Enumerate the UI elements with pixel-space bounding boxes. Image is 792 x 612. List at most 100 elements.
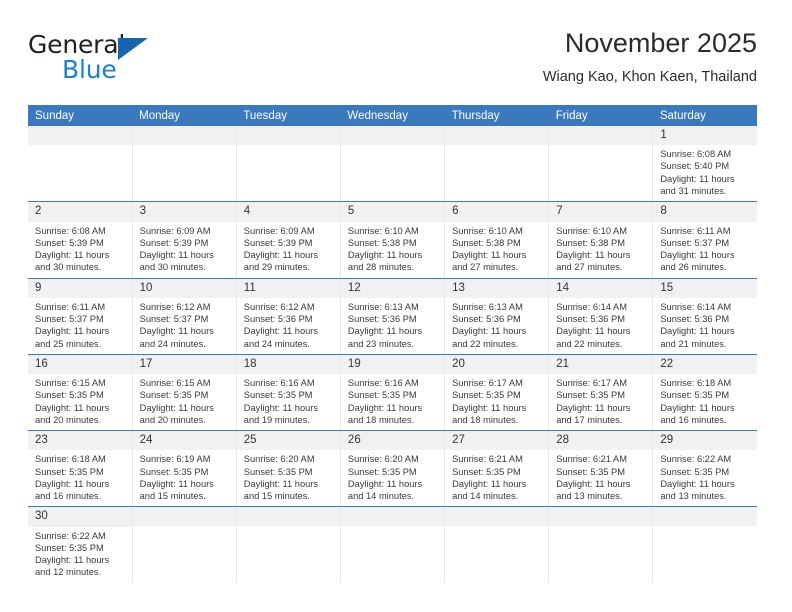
calendar-day-cell[interactable]: 24 Sunrise: 6:19 AM Sunset: 5:35 PM Dayligh…	[131, 430, 237, 508]
calendar-day-cell[interactable]: 30 Sunrise: 6:22 AM Sunset: 5:35 PM Dayligh…	[28, 506, 133, 583]
logo-text-general: General	[28, 30, 126, 59]
daylight-text-line2: and 23 minutes.	[347, 338, 415, 349]
day-number: 13	[445, 278, 549, 298]
calendar-day-cell[interactable]: 26 Sunrise: 6:20 AM Sunset: 5:35 PM Dayligh…	[339, 430, 446, 508]
daylight-text-line2: and 20 minutes.	[139, 414, 206, 425]
calendar-cell-empty	[548, 506, 654, 583]
calendar-day-cell[interactable]: 6 Sunrise: 6:10 AM Sunset: 5:38 PM Daylight…	[444, 201, 550, 279]
calendar-day-cell[interactable]: 7 Sunrise: 6:10 AM Sunset: 5:38 PM Daylight…	[548, 201, 654, 279]
day-details: Sunrise: 6:12 AM Sunset: 5:37 PM Daylight:…	[133, 298, 236, 354]
weekday-header-sunday: Sunday	[28, 105, 133, 126]
calendar-day-cell[interactable]: 10 Sunrise: 6:12 AM Sunset: 5:37 PM Dayligh…	[131, 278, 237, 355]
day-number: 21	[549, 354, 653, 375]
sunrise-text: Sunrise: 6:16 AM	[347, 378, 419, 389]
calendar-day-cell[interactable]: 21 Sunrise: 6:17 AM Sunset: 5:35 PM Dayligh…	[548, 354, 654, 432]
calendar-day-cell[interactable]: 27 Sunrise: 6:21 AM Sunset: 5:35 PM Dayligh…	[444, 430, 550, 508]
calendar-day-cell[interactable]: 12 Sunrise: 6:13 AM Sunset: 5:36 PM Dayligh…	[339, 278, 446, 355]
daylight-text-line1: Daylight: 11 hours	[347, 250, 423, 261]
weekday-header-tuesday: Tuesday	[236, 105, 341, 126]
sunset-text: Sunset: 5:35 PM	[243, 466, 313, 477]
calendar-day-cell[interactable]: 3 Sunrise: 6:09 AM Sunset: 5:39 PM Daylight…	[131, 201, 237, 279]
day-details: Sunrise: 6:08 AM Sunset: 5:40 PM Daylight:…	[653, 145, 757, 201]
calendar-day-cell[interactable]: 28 Sunrise: 6:21 AM Sunset: 5:35 PM Dayligh…	[548, 430, 654, 508]
sunrise-text: Sunrise: 6:12 AM	[243, 301, 315, 312]
sunrise-text: Sunrise: 6:10 AM	[347, 225, 419, 236]
day-number	[236, 126, 340, 145]
general-blue-logo[interactable]: General Blue	[28, 32, 248, 94]
daylight-text-line2: and 17 minutes.	[556, 414, 623, 425]
daylight-text-line2: and 27 minutes.	[452, 262, 519, 273]
logo-triangle-icon	[118, 38, 148, 60]
calendar-day-cell[interactable]: 2 Sunrise: 6:08 AM Sunset: 5:39 PM Daylight…	[28, 201, 133, 279]
day-number: 5	[340, 202, 445, 222]
day-details: Sunrise: 6:20 AM Sunset: 5:35 PM Daylight:…	[341, 450, 444, 506]
calendar-day-cell[interactable]: 22 Sunrise: 6:18 AM Sunset: 5:35 PM Dayligh…	[652, 354, 757, 432]
day-details: Sunrise: 6:08 AM Sunset: 5:39 PM Daylight:…	[28, 222, 132, 278]
daylight-text-line2: and 27 minutes.	[556, 262, 623, 273]
sunrise-text: Sunrise: 6:12 AM	[139, 301, 211, 312]
calendar-day-cell[interactable]: 17 Sunrise: 6:15 AM Sunset: 5:35 PM Dayligh…	[131, 354, 237, 432]
daylight-text-line1: Daylight: 11 hours	[660, 326, 735, 337]
daylight-text-line2: and 20 minutes.	[35, 414, 102, 425]
day-number	[653, 507, 757, 527]
day-number: 25	[236, 431, 340, 451]
day-number: 24	[132, 431, 236, 451]
daylight-text-line2: and 13 minutes.	[556, 491, 623, 502]
daylight-text-line2: and 14 minutes.	[452, 491, 519, 502]
calendar-day-cell[interactable]: 13 Sunrise: 6:13 AM Sunset: 5:36 PM Dayligh…	[444, 278, 550, 355]
day-number	[445, 507, 549, 527]
day-number	[549, 126, 653, 145]
day-number: 11	[236, 278, 340, 298]
calendar-cell-empty	[131, 126, 237, 203]
calendar-day-cell[interactable]: 5 Sunrise: 6:10 AM Sunset: 5:38 PM Daylight…	[339, 201, 446, 279]
day-details: Sunrise: 6:17 AM Sunset: 5:35 PM Daylight:…	[549, 374, 652, 430]
calendar-day-cell[interactable]: 11 Sunrise: 6:12 AM Sunset: 5:36 PM Dayligh…	[235, 278, 341, 355]
calendar-day-cell[interactable]: 15 Sunrise: 6:14 AM Sunset: 5:36 PM Dayligh…	[652, 278, 757, 355]
daylight-text-line1: Daylight: 11 hours	[243, 478, 319, 489]
calendar-day-cell[interactable]: 20 Sunrise: 6:17 AM Sunset: 5:35 PM Dayligh…	[444, 354, 550, 432]
sunrise-text: Sunrise: 6:15 AM	[139, 378, 211, 389]
day-details: Sunrise: 6:09 AM Sunset: 5:39 PM Daylight:…	[133, 222, 236, 278]
sunrise-text: Sunrise: 6:18 AM	[660, 378, 732, 389]
daylight-text-line1: Daylight: 11 hours	[139, 478, 214, 489]
daylight-text-line2: and 25 minutes.	[35, 338, 102, 349]
daylight-text-line1: Daylight: 11 hours	[139, 250, 214, 261]
sunrise-text: Sunrise: 6:14 AM	[660, 301, 732, 312]
calendar-day-cell[interactable]: 25 Sunrise: 6:20 AM Sunset: 5:35 PM Dayligh…	[235, 430, 341, 508]
calendar-day-cell[interactable]: 18 Sunrise: 6:16 AM Sunset: 5:35 PM Dayligh…	[235, 354, 341, 432]
day-number: 6	[445, 202, 549, 222]
sunset-text: Sunset: 5:37 PM	[660, 237, 730, 248]
calendar-day-cell[interactable]: 16 Sunrise: 6:15 AM Sunset: 5:35 PM Dayligh…	[28, 354, 133, 432]
calendar-cell-empty	[28, 126, 133, 203]
sunrise-text: Sunrise: 6:21 AM	[556, 454, 628, 465]
day-number: 9	[28, 278, 132, 298]
daylight-text-line2: and 24 minutes.	[139, 338, 206, 349]
day-details: Sunrise: 6:17 AM Sunset: 5:35 PM Daylight:…	[445, 374, 548, 430]
day-number: 27	[445, 431, 549, 451]
calendar-day-cell[interactable]: 1 Sunrise: 6:08 AM Sunset: 5:40 PM Daylight…	[652, 126, 757, 203]
daylight-text-line1: Daylight: 11 hours	[35, 326, 110, 337]
calendar-day-cell[interactable]: 8 Sunrise: 6:11 AM Sunset: 5:37 PM Daylight…	[652, 201, 757, 279]
day-number: 30	[28, 507, 132, 527]
daylight-text-line1: Daylight: 11 hours	[660, 402, 735, 413]
calendar-day-cell[interactable]: 9 Sunrise: 6:11 AM Sunset: 5:37 PM Daylight…	[28, 278, 133, 355]
sunset-text: Sunset: 5:35 PM	[556, 466, 625, 477]
calendar-day-cell[interactable]: 29 Sunrise: 6:22 AM Sunset: 5:35 PM Dayligh…	[652, 430, 757, 508]
calendar-week-row: 23 Sunrise: 6:18 AM Sunset: 5:35 PM Dayligh…	[28, 430, 757, 508]
daylight-text-line2: and 29 minutes.	[243, 262, 310, 273]
day-details: Sunrise: 6:22 AM Sunset: 5:35 PM Daylight:…	[28, 527, 132, 583]
day-details: Sunrise: 6:18 AM Sunset: 5:35 PM Daylight:…	[28, 450, 132, 506]
calendar-day-cell[interactable]: 19 Sunrise: 6:16 AM Sunset: 5:35 PM Dayligh…	[339, 354, 446, 432]
calendar-day-cell[interactable]: 4 Sunrise: 6:09 AM Sunset: 5:39 PM Daylight…	[235, 201, 341, 279]
day-number: 23	[28, 431, 132, 451]
daylight-text-line2: and 30 minutes.	[139, 262, 206, 273]
daylight-text-line1: Daylight: 11 hours	[556, 326, 631, 337]
weekday-header-wednesday: Wednesday	[340, 105, 445, 126]
day-number: 3	[132, 202, 236, 222]
page-header: General Blue November 2025 Wiang Kao, Kh…	[28, 28, 757, 100]
calendar-day-cell[interactable]: 23 Sunrise: 6:18 AM Sunset: 5:35 PM Dayligh…	[28, 430, 133, 508]
sunset-text: Sunset: 5:35 PM	[556, 390, 625, 401]
calendar-day-cell[interactable]: 14 Sunrise: 6:14 AM Sunset: 5:36 PM Dayligh…	[548, 278, 654, 355]
day-number: 28	[549, 431, 653, 451]
sunrise-text: Sunrise: 6:14 AM	[556, 301, 628, 312]
